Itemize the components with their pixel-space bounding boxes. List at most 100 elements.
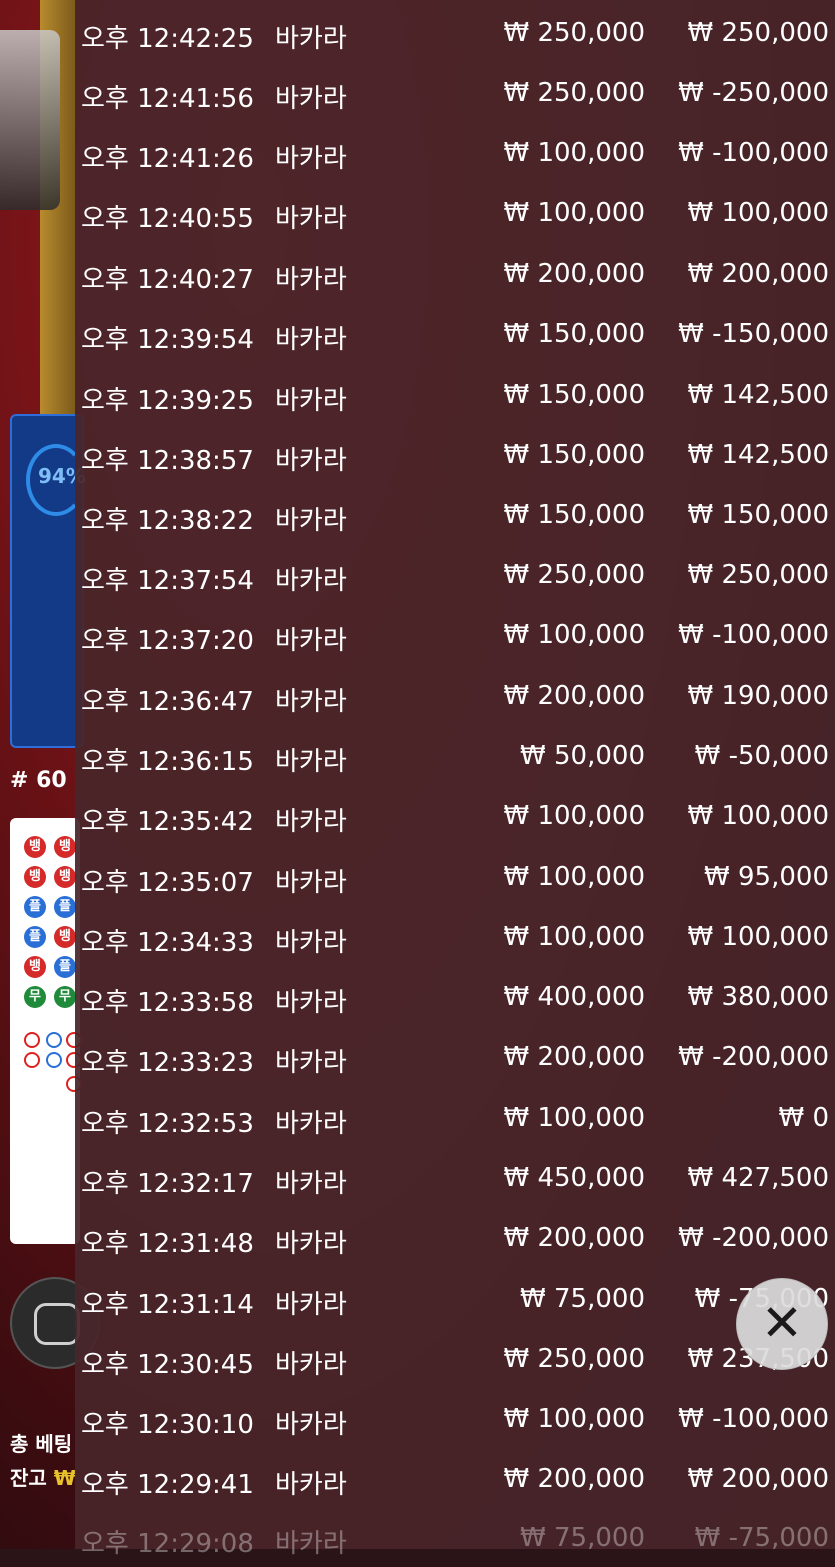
history-time: 오후 12:35:07 <box>81 868 254 898</box>
history-result: ₩ 142,500 <box>687 440 830 470</box>
history-row[interactable]: 오후 12:32:17 바카라 ₩ 450,000 ₩ 427,500 <box>75 1147 835 1207</box>
history-game: 바카라 <box>275 928 347 958</box>
history-row[interactable]: 오후 12:39:25 바카라 ₩ 150,000 ₩ 142,500 <box>75 364 835 424</box>
road-bead: 뱅 <box>54 836 76 858</box>
history-row[interactable]: 오후 12:32:53 바카라 ₩ 100,000 ₩ 0 <box>75 1087 835 1147</box>
close-button[interactable]: ✕ <box>736 1278 828 1370</box>
history-time: 오후 12:37:20 <box>81 626 254 656</box>
road-bead: 플 <box>24 926 46 948</box>
history-game: 바카라 <box>275 626 347 656</box>
big-road-ring <box>46 1052 62 1068</box>
road-bead: 뱅 <box>24 836 46 858</box>
history-game: 바카라 <box>275 144 347 174</box>
history-time: 오후 12:34:33 <box>81 928 254 958</box>
history-row[interactable]: 오후 12:35:07 바카라 ₩ 100,000 ₩ 95,000 <box>75 846 835 906</box>
history-time: 오후 12:39:25 <box>81 386 254 416</box>
history-row[interactable]: 오후 12:38:22 바카라 ₩ 150,000 ₩ 150,000 <box>75 484 835 544</box>
history-bet: ₩ 100,000 <box>503 620 646 650</box>
history-time: 오후 12:33:58 <box>81 988 254 1018</box>
history-row[interactable]: 오후 12:37:54 바카라 ₩ 250,000 ₩ 250,000 <box>75 544 835 604</box>
history-game: 바카라 <box>275 24 347 54</box>
road-bead: 플 <box>24 896 46 918</box>
big-road-ring <box>46 1032 62 1048</box>
history-result: ₩ 250,000 <box>687 560 830 590</box>
history-time: 오후 12:41:26 <box>81 144 254 174</box>
history-bet: ₩ 450,000 <box>503 1163 646 1193</box>
history-result: ₩ 100,000 <box>687 198 830 228</box>
history-result: ₩ -200,000 <box>678 1042 829 1072</box>
history-game: 바카라 <box>275 687 347 717</box>
big-road-ring <box>24 1032 40 1048</box>
history-bet: ₩ 150,000 <box>503 380 646 410</box>
history-bet: ₩ 250,000 <box>503 78 646 108</box>
road-bead: 플 <box>54 956 76 978</box>
history-time: 오후 12:40:27 <box>81 265 254 295</box>
history-row[interactable]: 오후 12:31:48 바카라 ₩ 200,000 ₩ -200,000 <box>75 1207 835 1267</box>
history-bet: ₩ 100,000 <box>503 862 646 892</box>
history-game: 바카라 <box>275 868 347 898</box>
road-bead: 뱅 <box>54 926 76 948</box>
history-game: 바카라 <box>275 446 347 476</box>
history-time: 오후 12:30:45 <box>81 1350 254 1380</box>
history-result: ₩ 380,000 <box>687 982 830 1012</box>
history-row[interactable]: 오후 12:41:56 바카라 ₩ 250,000 ₩ -250,000 <box>75 62 835 122</box>
history-result: ₩ -100,000 <box>678 138 829 168</box>
history-row[interactable]: 오후 12:30:10 바카라 ₩ 100,000 ₩ -100,000 <box>75 1388 835 1448</box>
history-time: 오후 12:31:14 <box>81 1290 254 1320</box>
history-row[interactable]: 오후 12:37:20 바카라 ₩ 100,000 ₩ -100,000 <box>75 604 835 664</box>
history-row[interactable]: 오후 12:35:42 바카라 ₩ 100,000 ₩ 100,000 <box>75 785 835 845</box>
history-game: 바카라 <box>275 1470 347 1500</box>
history-row[interactable]: 오후 12:36:47 바카라 ₩ 200,000 ₩ 190,000 <box>75 665 835 725</box>
history-result: ₩ 200,000 <box>687 1464 830 1494</box>
history-row[interactable]: 오후 12:33:58 바카라 ₩ 400,000 ₩ 380,000 <box>75 966 835 1026</box>
chip-stack-icon <box>34 1303 80 1345</box>
history-time: 오후 12:38:22 <box>81 506 254 536</box>
history-row[interactable]: 오후 12:31:14 바카라 ₩ 75,000 ₩ -75,000 <box>75 1268 835 1328</box>
history-row[interactable]: 오후 12:29:41 바카라 ₩ 200,000 ₩ 200,000 <box>75 1448 835 1508</box>
history-result: ₩ 95,000 <box>704 862 829 892</box>
history-row[interactable]: 오후 12:29:08 바카라 ₩ 75,000 ₩ -75,000 <box>75 1507 835 1567</box>
history-bet: ₩ 150,000 <box>503 319 646 349</box>
history-result: ₩ 100,000 <box>687 922 830 952</box>
history-bet: ₩ 100,000 <box>503 1404 646 1434</box>
history-game: 바카라 <box>275 265 347 295</box>
history-bet: ₩ 150,000 <box>503 500 646 530</box>
road-bead: 뱅 <box>54 866 76 888</box>
history-bet: ₩ 50,000 <box>520 741 645 771</box>
history-bet: ₩ 200,000 <box>503 1464 646 1494</box>
history-result: ₩ -150,000 <box>678 319 829 349</box>
history-row[interactable]: 오후 12:36:15 바카라 ₩ 50,000 ₩ -50,000 <box>75 725 835 785</box>
history-bet: ₩ 100,000 <box>503 138 646 168</box>
history-row[interactable]: 오후 12:38:57 바카라 ₩ 150,000 ₩ 142,500 <box>75 424 835 484</box>
history-bet: ₩ 250,000 <box>503 18 646 48</box>
history-bet: ₩ 100,000 <box>503 922 646 952</box>
history-row[interactable]: 오후 12:40:55 바카라 ₩ 100,000 ₩ 100,000 <box>75 182 835 242</box>
history-result: ₩ 150,000 <box>687 500 830 530</box>
bead-road-board: 뱅 뱅 뱅 뱅 플 플 플 뱅 뱅 플 무 무 <box>10 818 82 1244</box>
history-result: ₩ -50,000 <box>694 741 829 771</box>
history-row[interactable]: 오후 12:34:33 바카라 ₩ 100,000 ₩ 100,000 <box>75 906 835 966</box>
history-result: ₩ 142,500 <box>687 380 830 410</box>
history-game: 바카라 <box>275 386 347 416</box>
history-result: ₩ 0 <box>778 1103 829 1133</box>
history-row[interactable]: 오후 12:41:26 바카라 ₩ 100,000 ₩ -100,000 <box>75 122 835 182</box>
history-result: ₩ 250,000 <box>687 18 830 48</box>
history-game: 바카라 <box>275 988 347 1018</box>
history-row[interactable]: 오후 12:30:45 바카라 ₩ 250,000 ₩ 237,500 <box>75 1328 835 1388</box>
road-bead: 뱅 <box>24 866 46 888</box>
history-row[interactable]: 오후 12:40:27 바카라 ₩ 200,000 ₩ 200,000 <box>75 243 835 303</box>
history-game: 바카라 <box>275 747 347 777</box>
history-time: 오후 12:36:47 <box>81 687 254 717</box>
history-row[interactable]: 오후 12:39:54 바카라 ₩ 150,000 ₩ -150,000 <box>75 303 835 363</box>
balance-currency: ₩ <box>53 1466 76 1490</box>
history-row[interactable]: 오후 12:33:23 바카라 ₩ 200,000 ₩ -200,000 <box>75 1026 835 1086</box>
history-row[interactable]: 오후 12:42:25 바카라 ₩ 250,000 ₩ 250,000 <box>75 2 835 62</box>
history-bet: ₩ 250,000 <box>503 560 646 590</box>
road-bead: 무 <box>24 986 46 1008</box>
history-time: 오후 12:39:54 <box>81 325 254 355</box>
bet-history-panel[interactable]: 오후 12:42:25 바카라 ₩ 250,000 ₩ 250,000 오후 1… <box>75 0 835 1559</box>
history-result: ₩ 200,000 <box>687 259 830 289</box>
road-bead: 뱅 <box>24 956 46 978</box>
history-time: 오후 12:33:23 <box>81 1048 254 1078</box>
history-game: 바카라 <box>275 566 347 596</box>
